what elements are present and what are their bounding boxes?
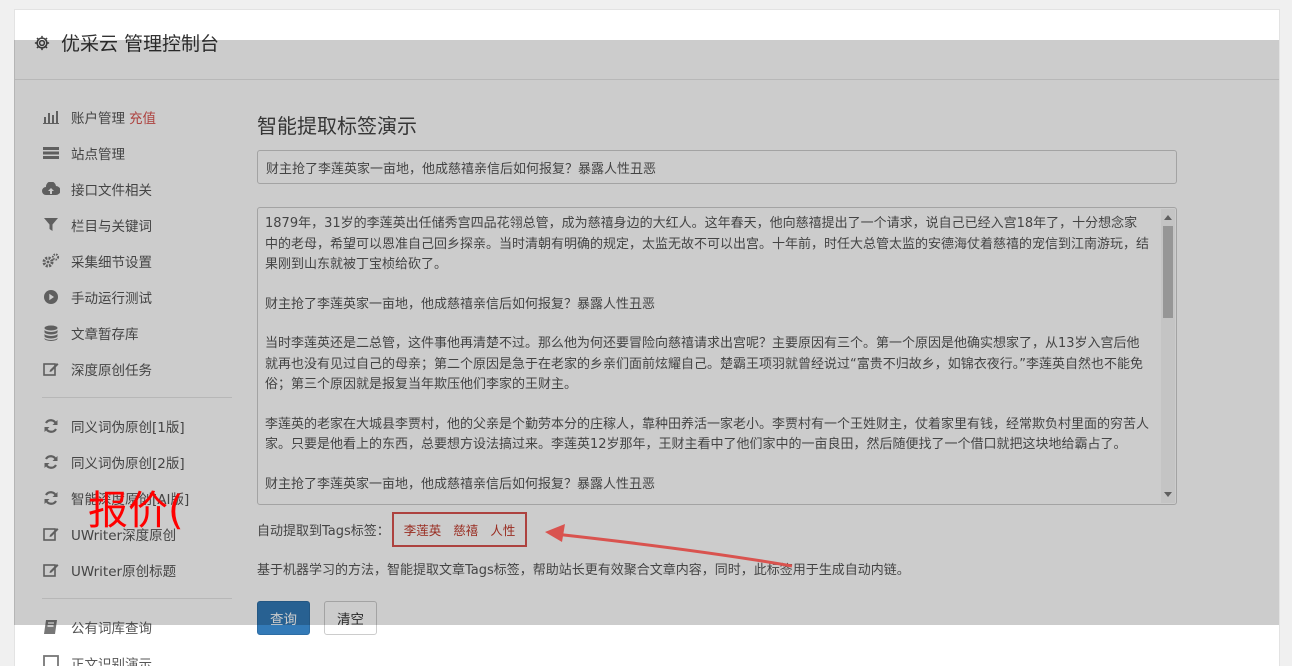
- annotation-price-text: 报价(: [88, 488, 184, 534]
- sidebar-item[interactable]: 接口文件相关: [42, 171, 232, 207]
- sidebar-item-label: 同义词伪原创[2版]: [71, 456, 185, 472]
- edit-icon: [42, 361, 60, 377]
- recharge-link[interactable]: 充值: [129, 107, 156, 127]
- tags-label: 自动提取到Tags标签：: [257, 523, 390, 539]
- sidebar-item-label: 公有词库查询: [71, 621, 152, 637]
- bar-chart-icon: [42, 109, 60, 125]
- refresh-icon: [42, 454, 60, 470]
- sidebar-item[interactable]: 深度原创任务: [42, 351, 232, 387]
- sidebar-item-label: 栏目与关键词: [71, 219, 152, 235]
- query-button[interactable]: 查询: [257, 601, 310, 635]
- page-title: 智能提取标签演示: [257, 114, 417, 138]
- article-content-textarea[interactable]: 1879年，31岁的李莲英出任储秀宫四品花翎总管，成为慈禧身边的大红人。这年春天…: [257, 207, 1177, 505]
- sidebar-item[interactable]: 正文识别演示: [42, 645, 232, 666]
- filter-icon: [42, 217, 60, 233]
- app-title[interactable]: 优采云 管理控制台: [33, 29, 219, 56]
- sidebar-item-label: 站点管理: [71, 147, 125, 163]
- sidebar-divider: [42, 598, 232, 599]
- scroll-down-arrow-icon[interactable]: [1164, 492, 1172, 497]
- square-icon: [42, 655, 60, 666]
- sidebar-item[interactable]: 同义词伪原创[2版]: [42, 444, 232, 480]
- article-content-text: 1879年，31岁的李莲英出任储秀宫四品花翎总管，成为慈禧身边的大红人。这年春天…: [258, 208, 1176, 504]
- refresh-icon: [42, 490, 60, 506]
- sidebar-item[interactable]: 文章暂存库: [42, 315, 232, 351]
- cogs-icon: [42, 253, 60, 269]
- top-bar: 优采云 管理控制台: [15, 10, 1279, 80]
- tags-box: 李莲英 慈禧 人性: [391, 511, 528, 547]
- sidebar-item-label: UWriter原创标题: [71, 564, 177, 580]
- sidebar-item[interactable]: 站点管理: [42, 135, 232, 171]
- sidebar-item-label: 账户管理: [71, 111, 125, 127]
- edit-icon: [42, 562, 60, 578]
- scrollbar[interactable]: [1161, 209, 1175, 503]
- tags-row: 自动提取到Tags标签： 李莲英 慈禧 人性: [257, 511, 528, 547]
- sidebar-item-label: 文章暂存库: [71, 327, 139, 343]
- tag: 李莲英: [403, 522, 442, 538]
- database-icon: [42, 325, 60, 341]
- sidebar-item[interactable]: 公有词库查询: [42, 609, 232, 645]
- scroll-thumb[interactable]: [1163, 226, 1173, 318]
- sidebar-item[interactable]: 账户管理 充值: [42, 99, 232, 135]
- content-paragraph: 财主抢了李莲英家一亩地，他成慈禧亲信后如何报复？暴露人性丑恶: [265, 296, 656, 312]
- content-paragraph: 1879年，31岁的李莲英出任储秀宫四品花翎总管，成为慈禧身边的大红人。这年春天…: [265, 216, 1150, 272]
- sidebar-item[interactable]: 栏目与关键词: [42, 207, 232, 243]
- sidebar-item[interactable]: 采集细节设置: [42, 243, 232, 279]
- tag: 慈禧: [453, 522, 479, 538]
- content-paragraph: 财主抢了李莲英家一亩地，他成慈禧亲信后如何报复？暴露人性丑恶: [265, 476, 656, 492]
- refresh-icon: [42, 418, 60, 434]
- list-icon: [42, 145, 60, 161]
- scroll-up-arrow-icon[interactable]: [1164, 215, 1172, 220]
- tag: 人性: [490, 522, 516, 538]
- sidebar-item-label: 手动运行测试: [71, 291, 152, 307]
- content-paragraph: 李莲英的老家在大城县李贾村，他的父亲是个勤劳本分的庄稼人，靠种田养活一家老小。李…: [265, 416, 1150, 453]
- sidebar-item-label: 接口文件相关: [71, 183, 152, 199]
- sidebar-item-label: 同义词伪原创[1版]: [71, 420, 185, 436]
- feature-description: 基于机器学习的方法，智能提取文章Tags标签，帮助站长更有效聚合文章内容，同时，…: [257, 563, 910, 578]
- sidebar-item-label: 深度原创任务: [71, 363, 152, 379]
- cloud-upload-icon: [42, 181, 60, 197]
- clear-button[interactable]: 清空: [324, 601, 377, 635]
- sidebar-item[interactable]: UWriter原创标题: [42, 552, 232, 588]
- edit-icon: [42, 526, 60, 542]
- sidebar-item-label: 采集细节设置: [71, 255, 152, 271]
- app-title-text: 优采云 管理控制台: [61, 33, 220, 55]
- sidebar-item-label: 正文识别演示: [71, 657, 152, 666]
- main-content: 智能提取标签演示 财主抢了李莲英家一亩地，他成慈禧亲信后如何报复？暴露人性丑恶 …: [257, 110, 1177, 635]
- button-group: 查询 清空: [257, 601, 391, 635]
- gear-icon: [34, 35, 50, 50]
- article-title-input[interactable]: 财主抢了李莲英家一亩地，他成慈禧亲信后如何报复？暴露人性丑恶: [257, 150, 1177, 184]
- play-circle-icon: [42, 289, 60, 305]
- book-icon: [42, 619, 60, 635]
- sidebar-item[interactable]: 手动运行测试: [42, 279, 232, 315]
- sidebar-item[interactable]: 同义词伪原创[1版]: [42, 408, 232, 444]
- content-paragraph: 当时李莲英还是二总管，这件事他再清楚不过。那么他为何还要冒险向慈禧请求出宫呢？主…: [265, 336, 1143, 392]
- sidebar: 账户管理 充值站点管理接口文件相关 栏目与关键词 采集细节设置 手动运行测试 文章暂存库深…: [42, 99, 232, 666]
- sidebar-divider: [42, 397, 232, 398]
